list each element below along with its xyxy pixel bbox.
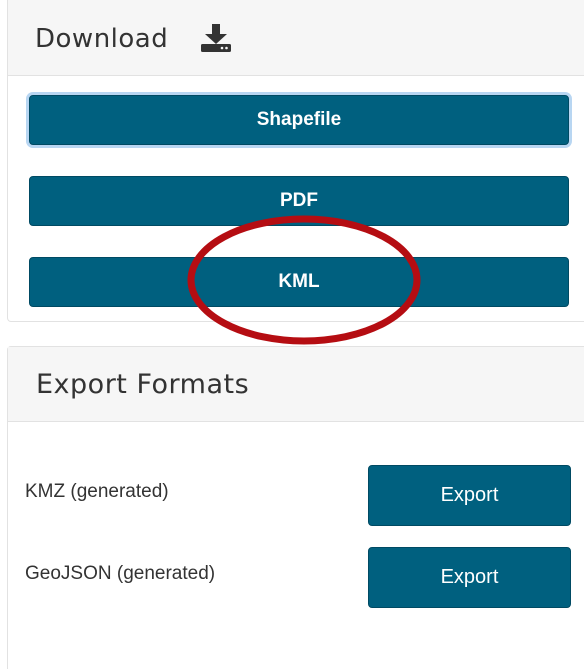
page: Download Shapefile PDF KML Export Format…: [0, 0, 584, 669]
download-panel-title: Download: [35, 24, 169, 54]
kmz-format-label: KMZ (generated): [25, 481, 169, 502]
export-kmz-button[interactable]: Export: [368, 465, 571, 526]
download-panel-header: Download: [8, 0, 584, 76]
geojson-format-label: GeoJSON (generated): [25, 563, 216, 584]
export-geojson-button[interactable]: Export: [368, 547, 571, 608]
shapefile-button[interactable]: Shapefile: [29, 95, 569, 145]
pdf-button[interactable]: PDF: [29, 176, 569, 226]
download-icon: [201, 24, 231, 52]
export-formats-panel-title: Export Formats: [36, 369, 250, 400]
export-formats-panel-header: Export Formats: [8, 347, 584, 422]
kml-button[interactable]: KML: [29, 257, 569, 307]
export-formats-panel: Export Formats KMZ (generated) Export Ge…: [7, 346, 584, 669]
